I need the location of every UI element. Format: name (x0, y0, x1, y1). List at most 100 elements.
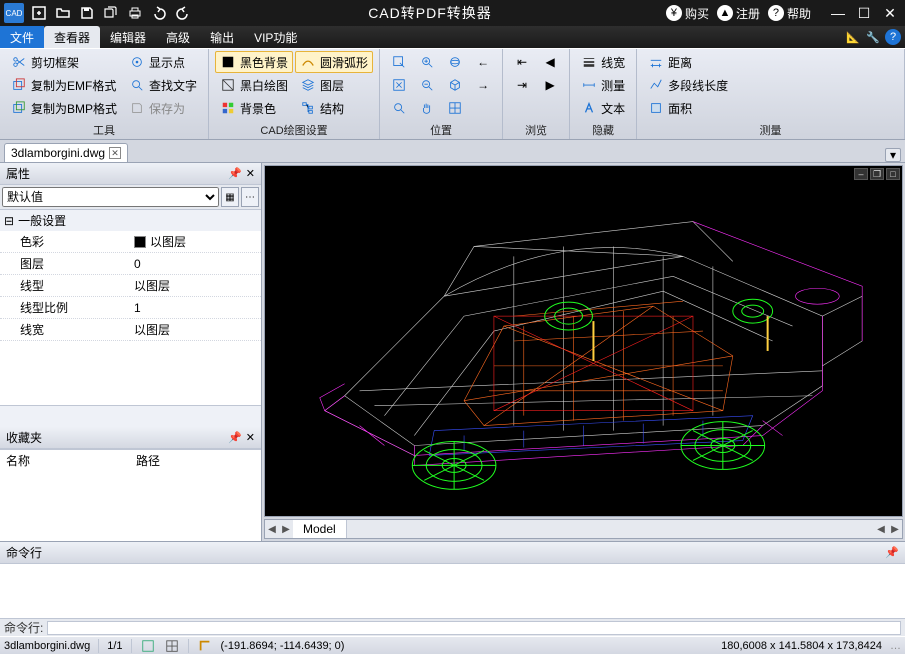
copy-bmp-button[interactable]: 复制为BMP格式 (6, 97, 122, 119)
show-points-button[interactable]: 显示点 (124, 51, 202, 73)
struct-button[interactable]: 结构 (295, 97, 373, 119)
status-coords: (-191.8694; -114.6439; 0) (221, 640, 345, 652)
tab-output[interactable]: 输出 (200, 26, 244, 48)
copy-emf-button[interactable]: 复制为EMF格式 (6, 74, 122, 96)
vt-next-icon[interactable]: ▶ (279, 524, 293, 535)
zoom-out-button[interactable] (414, 74, 440, 96)
buy-link[interactable]: ¥购买 (666, 5, 709, 22)
linewidth-button[interactable]: 线宽 (576, 51, 630, 73)
cmd-pin-icon[interactable]: 📌 (885, 546, 899, 559)
user-icon: ▲ (717, 5, 733, 21)
ribbon-group-tools: 剪切框架 复制为EMF格式 复制为BMP格式 显示点 查找文字 保存为 工具 (0, 49, 209, 139)
status-grid-icon[interactable] (164, 638, 180, 654)
menubar: 文件 查看器 编辑器 高级 输出 VIP功能 📐 🔧 ? (0, 26, 905, 48)
prop-row-lscale[interactable]: 线型比例1 (0, 297, 261, 319)
prop-row-lw[interactable]: 线宽以图层 (0, 319, 261, 341)
vp-restore-icon[interactable]: ❐ (870, 168, 884, 180)
first-button[interactable]: ⇤ (509, 51, 535, 73)
help-mini-icon[interactable]: ? (885, 29, 901, 45)
group-label-measure: 测量 (643, 122, 898, 139)
command-log[interactable] (0, 564, 905, 618)
vp-max-icon[interactable]: □ (886, 168, 900, 180)
next-button[interactable]: ▶ (537, 74, 563, 96)
lineweight-icon (581, 54, 597, 70)
polylength-button[interactable]: 多段线长度 (643, 74, 733, 96)
help-link[interactable]: ?帮助 (768, 5, 811, 22)
cut-frame-button[interactable]: 剪切框架 (6, 51, 122, 73)
pan-button[interactable] (414, 97, 440, 119)
vp-min-icon[interactable]: – (854, 168, 868, 180)
register-link[interactable]: ▲注册 (717, 5, 760, 22)
zoom-extents-button[interactable] (386, 74, 412, 96)
tree-icon (300, 100, 316, 116)
vt-prev-icon[interactable]: ◀ (265, 524, 279, 535)
points-icon (129, 54, 145, 70)
orbit-button[interactable] (442, 51, 468, 73)
vt-scroll-r-icon[interactable]: ▶ (888, 524, 902, 535)
fav-close-icon[interactable]: ✕ (246, 431, 255, 444)
view3d-button[interactable] (442, 74, 468, 96)
help-icon: ? (768, 5, 784, 21)
new-icon[interactable] (28, 2, 50, 24)
bg-color-button[interactable]: 背景色 (215, 97, 293, 119)
panel-close-icon[interactable]: ✕ (246, 167, 255, 180)
minimize-button[interactable]: — (827, 5, 849, 22)
wrench-icon[interactable]: 🔧 (865, 29, 881, 45)
smooth-arc-button[interactable]: 圆滑弧形 (295, 51, 373, 73)
ruler-icon[interactable]: 📐 (845, 29, 861, 45)
col-path[interactable]: 路径 (130, 450, 261, 471)
filter-btn2[interactable]: ⋯ (241, 187, 259, 207)
measure-toggle-button[interactable]: 测量 (576, 74, 630, 96)
zoom-in-button[interactable] (414, 51, 440, 73)
close-button[interactable]: ✕ (879, 5, 901, 22)
tabs-dropdown-icon[interactable]: ▾ (885, 148, 901, 162)
drawing-canvas[interactable]: – ❐ □ (264, 165, 903, 517)
next-view-button[interactable]: → (470, 74, 496, 96)
save-icon[interactable] (76, 2, 98, 24)
print-icon[interactable] (124, 2, 146, 24)
tab-file[interactable]: 文件 (0, 26, 44, 48)
fav-pin-icon[interactable]: 📌 (228, 431, 242, 444)
prop-row-ltype[interactable]: 线型以图层 (0, 275, 261, 297)
currency-icon: ¥ (666, 5, 682, 21)
prop-category[interactable]: ⊟一般设置 (0, 210, 261, 231)
prop-row-layer[interactable]: 图层0 (0, 253, 261, 275)
redo-icon[interactable] (172, 2, 194, 24)
vt-scroll-l-icon[interactable]: ◀ (874, 524, 888, 535)
find-text-button[interactable]: 查找文字 (124, 74, 202, 96)
col-name[interactable]: 名称 (0, 450, 130, 471)
last-button[interactable]: ⇥ (509, 74, 535, 96)
tab-advanced[interactable]: 高级 (156, 26, 200, 48)
zoom-window-button[interactable] (386, 51, 412, 73)
view-tabs: ◀ ▶ Model ◀ ▶ (264, 519, 903, 539)
prev-view-button[interactable]: ← (470, 51, 496, 73)
command-input[interactable] (47, 621, 901, 635)
prev-button[interactable]: ◀ (537, 51, 563, 73)
distance-button[interactable]: 距离 (643, 51, 733, 73)
maximize-button[interactable]: ☐ (853, 5, 875, 22)
layers-button[interactable]: 图层 (295, 74, 373, 96)
prop-row-color[interactable]: 色彩以图层 (0, 231, 261, 253)
status-ortho-icon[interactable] (197, 638, 213, 654)
tab-vip[interactable]: VIP功能 (244, 26, 307, 48)
selection-filter[interactable]: 默认值 (2, 187, 219, 207)
tab-editor[interactable]: 编辑器 (100, 26, 156, 48)
tab-close-icon[interactable]: ✕ (109, 147, 121, 159)
text-toggle-button[interactable]: 文本 (576, 97, 630, 119)
pin-icon[interactable]: 📌 (228, 167, 242, 180)
filter-btn1[interactable]: ▦ (221, 187, 239, 207)
tab-viewer[interactable]: 查看器 (44, 26, 100, 48)
viewplan-button[interactable] (442, 97, 468, 119)
undo-icon[interactable] (148, 2, 170, 24)
open-icon[interactable] (52, 2, 74, 24)
area-button[interactable]: 面积 (643, 97, 733, 119)
status-osnap-icon[interactable] (140, 638, 156, 654)
document-tab[interactable]: 3dlamborgini.dwg ✕ (4, 143, 128, 162)
saveall-icon[interactable] (100, 2, 122, 24)
titlebar: CAD CAD转PDF转换器 ¥购买 ▲注册 ?帮助 — ☐ ✕ (0, 0, 905, 26)
collapse-icon: ⊟ (4, 214, 14, 228)
mono-button[interactable]: 黑白绘图 (215, 74, 293, 96)
zoom-realtime-button[interactable] (386, 97, 412, 119)
black-bg-button[interactable]: 黑色背景 (215, 51, 293, 73)
view-tab-model[interactable]: Model (293, 520, 347, 538)
